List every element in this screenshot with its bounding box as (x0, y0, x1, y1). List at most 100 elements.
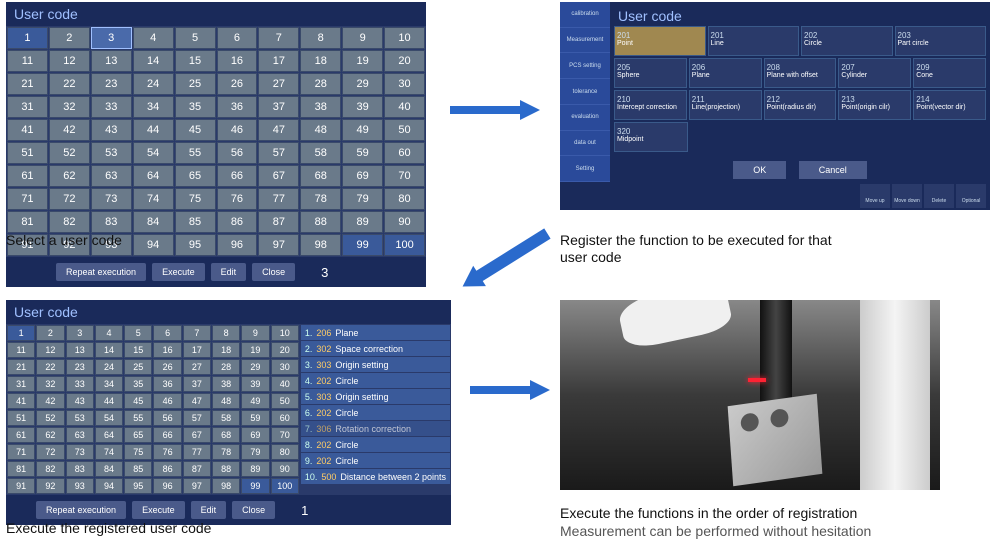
code-cell-21[interactable]: 21 (7, 359, 35, 375)
code-cell-44[interactable]: 44 (95, 393, 123, 409)
code-cell-62[interactable]: 62 (49, 165, 90, 187)
register-tile-213[interactable]: 213Point(origin cilr) (838, 90, 911, 120)
code-cell-45[interactable]: 45 (175, 119, 216, 141)
sidebar-item-data-out[interactable]: data out (560, 131, 610, 157)
register-tile-201[interactable]: 201Point (614, 26, 706, 56)
code-cell-100[interactable]: 100 (271, 478, 299, 494)
code-cell-58[interactable]: 58 (212, 410, 240, 426)
code-cell-60[interactable]: 60 (384, 142, 425, 164)
code-cell-19[interactable]: 19 (342, 50, 383, 72)
code-cell-79[interactable]: 79 (342, 188, 383, 210)
function-item[interactable]: 7.306Rotation correction (301, 421, 450, 437)
code-cell-87[interactable]: 87 (183, 461, 211, 477)
register-tile-205[interactable]: 205Sphere (614, 58, 687, 88)
code-cell-60[interactable]: 60 (271, 410, 299, 426)
code-cell-31[interactable]: 31 (7, 376, 35, 392)
code-cell-94[interactable]: 94 (95, 478, 123, 494)
code-cell-15[interactable]: 15 (124, 342, 152, 358)
code-cell-97[interactable]: 97 (258, 234, 299, 256)
code-cell-27[interactable]: 27 (183, 359, 211, 375)
code-cell-59[interactable]: 59 (241, 410, 269, 426)
register-tile-210[interactable]: 210Intercept correction (614, 90, 687, 120)
code-cell-71[interactable]: 71 (7, 444, 35, 460)
register-tile-212[interactable]: 212Point(radius dir) (764, 90, 837, 120)
code-cell-55[interactable]: 55 (124, 410, 152, 426)
code-cell-5[interactable]: 5 (124, 325, 152, 341)
sidebar-item-setting[interactable]: Setting (560, 156, 610, 182)
code-cell-10[interactable]: 10 (271, 325, 299, 341)
code-cell-13[interactable]: 13 (91, 50, 132, 72)
code-cell-58[interactable]: 58 (300, 142, 341, 164)
code-cell-4[interactable]: 4 (133, 27, 174, 49)
code-cell-23[interactable]: 23 (91, 73, 132, 95)
code-cell-24[interactable]: 24 (95, 359, 123, 375)
code-cell-68[interactable]: 68 (212, 427, 240, 443)
code-cell-2[interactable]: 2 (49, 27, 90, 49)
code-cell-4[interactable]: 4 (95, 325, 123, 341)
code-cell-12[interactable]: 12 (36, 342, 64, 358)
code-cell-51[interactable]: 51 (7, 410, 35, 426)
code-cell-20[interactable]: 20 (384, 50, 425, 72)
code-cell-22[interactable]: 22 (49, 73, 90, 95)
code-cell-77[interactable]: 77 (258, 188, 299, 210)
code-cell-28[interactable]: 28 (300, 73, 341, 95)
code-cell-53[interactable]: 53 (66, 410, 94, 426)
sidebar-item-evaluation[interactable]: evaluation (560, 105, 610, 131)
code-cell-8[interactable]: 8 (212, 325, 240, 341)
edit-button[interactable]: Edit (191, 501, 227, 519)
code-cell-28[interactable]: 28 (212, 359, 240, 375)
code-cell-3[interactable]: 3 (91, 27, 132, 49)
footer-icon-move-down[interactable]: Move down (892, 184, 922, 208)
execute-button[interactable]: Execute (132, 501, 185, 519)
code-cell-54[interactable]: 54 (95, 410, 123, 426)
code-cell-48[interactable]: 48 (300, 119, 341, 141)
register-tile-320[interactable]: 320Midpoint (614, 122, 688, 152)
code-cell-53[interactable]: 53 (91, 142, 132, 164)
register-tile-208[interactable]: 208Plane with offset (764, 58, 837, 88)
code-cell-62[interactable]: 62 (36, 427, 64, 443)
code-cell-7[interactable]: 7 (183, 325, 211, 341)
code-cell-72[interactable]: 72 (36, 444, 64, 460)
code-cell-90[interactable]: 90 (384, 211, 425, 233)
register-tile-207[interactable]: 207Cylinder (838, 58, 911, 88)
code-cell-73[interactable]: 73 (91, 188, 132, 210)
sidebar-item-pcs-setting[interactable]: PCS setting (560, 53, 610, 79)
code-cell-56[interactable]: 56 (217, 142, 258, 164)
code-cell-82[interactable]: 82 (36, 461, 64, 477)
code-cell-37[interactable]: 37 (258, 96, 299, 118)
code-cell-76[interactable]: 76 (217, 188, 258, 210)
code-cell-56[interactable]: 56 (153, 410, 181, 426)
function-item[interactable]: 6.202Circle (301, 405, 450, 421)
code-cell-75[interactable]: 75 (124, 444, 152, 460)
code-cell-68[interactable]: 68 (300, 165, 341, 187)
code-cell-50[interactable]: 50 (271, 393, 299, 409)
code-cell-92[interactable]: 92 (36, 478, 64, 494)
code-cell-9[interactable]: 9 (342, 27, 383, 49)
code-cell-74[interactable]: 74 (133, 188, 174, 210)
code-cell-57[interactable]: 57 (258, 142, 299, 164)
function-item[interactable]: 10.500Distance between 2 points (301, 469, 450, 485)
function-item[interactable]: 8.202Circle (301, 437, 450, 453)
footer-icon-delete[interactable]: Delete (924, 184, 954, 208)
register-tile-203[interactable]: 203Part circle (895, 26, 987, 56)
register-tile-201[interactable]: 201Line (708, 26, 800, 56)
code-cell-89[interactable]: 89 (342, 211, 383, 233)
code-cell-86[interactable]: 86 (217, 211, 258, 233)
code-cell-6[interactable]: 6 (153, 325, 181, 341)
sidebar-item-measurement[interactable]: Measurement (560, 28, 610, 54)
code-cell-90[interactable]: 90 (271, 461, 299, 477)
code-cell-13[interactable]: 13 (66, 342, 94, 358)
code-cell-22[interactable]: 22 (36, 359, 64, 375)
code-cell-16[interactable]: 16 (153, 342, 181, 358)
code-cell-81[interactable]: 81 (7, 211, 48, 233)
code-cell-59[interactable]: 59 (342, 142, 383, 164)
code-cell-96[interactable]: 96 (153, 478, 181, 494)
close-button[interactable]: Close (232, 501, 275, 519)
code-cell-76[interactable]: 76 (153, 444, 181, 460)
code-cell-78[interactable]: 78 (212, 444, 240, 460)
code-cell-9[interactable]: 9 (241, 325, 269, 341)
code-cell-35[interactable]: 35 (175, 96, 216, 118)
code-cell-6[interactable]: 6 (217, 27, 258, 49)
code-cell-15[interactable]: 15 (175, 50, 216, 72)
code-cell-47[interactable]: 47 (258, 119, 299, 141)
